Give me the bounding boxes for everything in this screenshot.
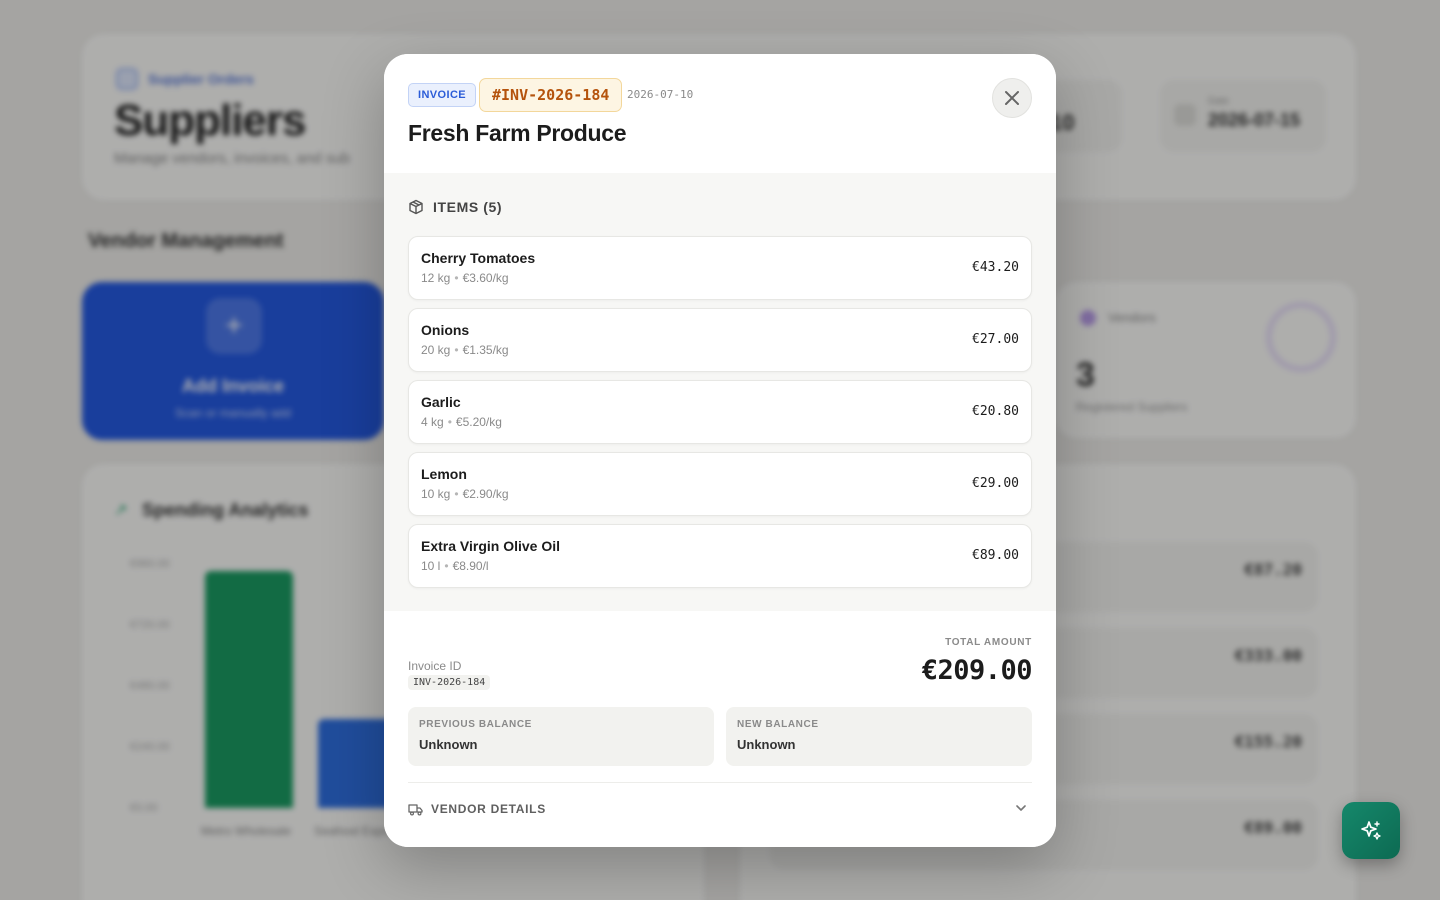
chevron-down-icon	[1016, 805, 1026, 811]
item-name: Lemon	[421, 466, 467, 482]
item-quantity: 12 kg • €3.60/kg	[421, 271, 509, 285]
items-section: ITEMS (5) Cherry Tomatoes 12 kg • €3.60/kg…	[384, 173, 1056, 611]
item-name: Extra Virgin Olive Oil	[421, 538, 561, 554]
line-item: Extra Virgin Olive Oil 10 l • €8.90/l €89.…	[408, 524, 1032, 588]
item-total: €29.00	[972, 476, 1019, 491]
item-quantity: 10 l • €8.90/l	[421, 559, 489, 573]
line-item: Cherry Tomatoes 12 kg • €3.60/kg €43.20	[408, 236, 1032, 300]
items-heading: ITEMS (5)	[408, 199, 502, 215]
item-name: Onions	[421, 322, 470, 338]
item-quantity: 10 kg • €2.90/kg	[421, 487, 509, 501]
package-icon	[409, 199, 423, 215]
item-quantity: 4 kg • €5.20/kg	[421, 415, 502, 429]
invoice-date: 2026-07-10	[627, 88, 694, 101]
new-balance-value: Unknown	[737, 737, 796, 752]
line-item: Lemon 10 kg • €2.90/kg €29.00	[408, 452, 1032, 516]
line-item: Onions 20 kg • €1.35/kg €27.00	[408, 308, 1032, 372]
invoice-number-badge: #INV-2026-184	[479, 78, 623, 112]
item-total: €27.00	[972, 332, 1019, 347]
invoice-id-label: Invoice ID	[408, 659, 462, 673]
item-name: Cherry Tomatoes	[421, 250, 536, 266]
truck-icon	[408, 803, 423, 816]
modal-footer: TOTAL AMOUNT €209.00 Invoice ID INV-2026…	[384, 611, 1056, 847]
line-item: Garlic 4 kg • €5.20/kg €20.80	[408, 380, 1032, 444]
total-amount-value: €209.00	[921, 655, 1033, 686]
item-total: €89.00	[972, 548, 1019, 563]
close-button[interactable]	[992, 78, 1032, 118]
close-icon	[1005, 91, 1019, 105]
item-total: €43.20	[972, 260, 1019, 275]
divider	[408, 782, 1032, 783]
item-name: Garlic	[421, 394, 461, 410]
previous-balance-card: PREVIOUS BALANCE Unknown	[408, 707, 714, 766]
new-balance-card: NEW BALANCE Unknown	[726, 707, 1032, 766]
total-amount-label: TOTAL AMOUNT	[945, 637, 1032, 648]
vendor-name: Fresh Farm Produce	[408, 120, 627, 146]
modal-header: INVOICE #INV-2026-184 2026-07-10 Fresh F…	[384, 54, 1056, 173]
invoice-type-badge: INVOICE	[408, 83, 477, 107]
ai-assistant-button[interactable]	[1342, 802, 1400, 859]
invoice-id-value: INV-2026-184	[408, 675, 491, 690]
sparkles-icon	[1361, 820, 1381, 840]
vendor-details-toggle[interactable]: VENDOR DETAILS	[408, 794, 1032, 824]
previous-balance-value: Unknown	[419, 737, 478, 752]
item-quantity: 20 kg • €1.35/kg	[421, 343, 509, 357]
invoice-modal: INVOICE #INV-2026-184 2026-07-10 Fresh F…	[384, 54, 1056, 847]
item-total: €20.80	[972, 404, 1019, 419]
